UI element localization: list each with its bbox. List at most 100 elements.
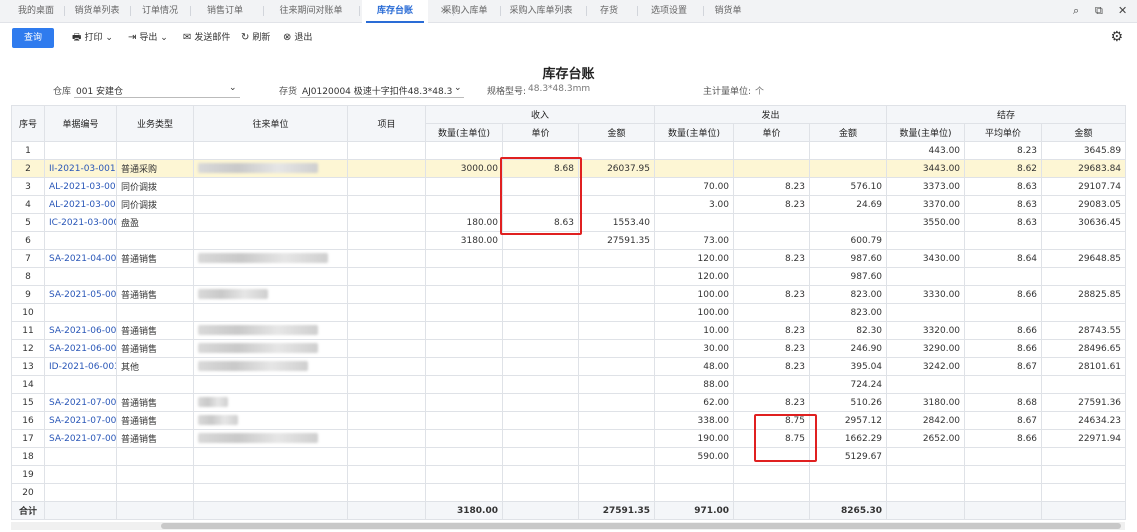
cell-in-qty (425, 177, 503, 196)
table-row[interactable]: 11SA-2021-06-0030普通销售 10.008.2382.303320.… (11, 321, 1127, 340)
search-icon[interactable]: ⌕ (1073, 4, 1079, 18)
chevron-down-icon[interactable]: ⌄ (229, 83, 237, 93)
refresh-icon: ↻ (241, 32, 250, 43)
cell-seq: 2 (11, 159, 45, 178)
table-row[interactable]: 5IC-2021-03-0002盘盈180.008.631553.403550.… (11, 213, 1127, 232)
cell-out-price (733, 159, 811, 178)
refresh-button[interactable]: ↻ 刷新 (241, 31, 270, 45)
restore-icon[interactable]: ⧉ (1095, 4, 1103, 18)
tab-desktop[interactable]: 我的桌面 (10, 0, 62, 22)
tab-purchase-receipt-list[interactable]: 采购入库单列表 (503, 0, 579, 22)
tab-divider (500, 6, 501, 16)
total-in-qty: 3180.00 (425, 501, 503, 520)
table-row[interactable]: 6 3180.00 27591.35 73.00 600.79 (11, 231, 1127, 250)
col-group-balance: 结存 (886, 105, 1127, 124)
cell-in-amt (577, 249, 656, 268)
chevron-down-icon[interactable]: ⌄ (454, 83, 462, 93)
table-row[interactable]: 7SA-2021-04-0064普通销售 120.008.23987.603430… (11, 249, 1127, 268)
cell-out-amt: 576.10 (809, 177, 888, 196)
cell-partner (193, 375, 348, 394)
cell-doc[interactable]: II-2021-03-0016 (44, 159, 117, 178)
tab-sales-slip[interactable]: 销货单 (706, 0, 750, 22)
cell-doc (44, 483, 117, 502)
cell-bal-amt: 3645.89 (1041, 141, 1127, 160)
cell-in-qty (425, 465, 503, 484)
tab-options[interactable]: 选项设置 (640, 0, 698, 22)
cell-out-price (733, 141, 811, 160)
table-row[interactable]: 18 590.00 5129.67 (11, 447, 1127, 466)
cell-type (116, 483, 194, 502)
cell-doc[interactable]: SA-2021-06-0082 (44, 339, 117, 358)
cell-doc[interactable]: SA-2021-07-0028 (44, 393, 117, 412)
table-row[interactable]: 16SA-2021-07-0028普通销售 338.008.752957.1228… (11, 411, 1127, 430)
gear-icon[interactable]: ⚙ (1110, 29, 1123, 45)
col-bal-avg-price: 平均单价 (964, 123, 1043, 142)
scrollbar-thumb[interactable] (161, 523, 1121, 529)
cell-partner (193, 429, 348, 448)
tab-inventory-ledger[interactable]: 库存台账 (362, 0, 428, 23)
horizontal-scrollbar[interactable] (11, 522, 1125, 530)
cell-seq: 7 (11, 249, 45, 268)
cell-in-amt (577, 411, 656, 430)
cell-seq: 6 (11, 231, 45, 250)
inventory-select[interactable]: AJ0120004 极速十字扣件48.3*48.3mm D (302, 84, 452, 97)
cell-partner (193, 213, 348, 232)
table-row[interactable]: 8 120.00 987.60 (11, 267, 1127, 286)
cell-doc[interactable]: SA-2021-07-0067 (44, 429, 117, 448)
cell-doc[interactable]: IC-2021-03-0002 (44, 213, 117, 232)
cell-partner (193, 465, 348, 484)
tab-stock[interactable]: 存货 (589, 0, 629, 22)
tab-reconciliation[interactable]: 往来期间对账单 (266, 0, 356, 22)
table-row[interactable]: 15SA-2021-07-0028普通销售 62.008.23510.263180… (11, 393, 1127, 412)
cell (44, 501, 117, 520)
table-row[interactable]: 20 (11, 483, 1127, 502)
cell-in-amt (577, 375, 656, 394)
exit-button[interactable]: ⊗ 退出 (283, 31, 312, 45)
tab-sales-list[interactable]: 销货单列表 (66, 0, 128, 22)
cell-in-price (502, 303, 579, 322)
cell-item (347, 303, 426, 322)
export-button[interactable]: ⇥ 导出 ⌄ (128, 31, 168, 45)
tab-order-status[interactable]: 订单情况 (132, 0, 188, 22)
table-row[interactable]: 17SA-2021-07-0067普通销售 190.008.751662.2926… (11, 429, 1127, 448)
cell-bal-qty: 2652.00 (886, 429, 966, 448)
cell-doc (44, 303, 117, 322)
print-button[interactable]: 🖶 打印 ⌄ (72, 31, 113, 45)
query-button[interactable]: 查询 (12, 28, 54, 48)
cell-in-price: 8.68 (502, 159, 579, 178)
table-row[interactable]: 19 (11, 465, 1127, 484)
table-row[interactable]: 1 443.00 8.23 3645.89 (11, 141, 1127, 160)
cell-doc[interactable]: SA-2021-05-0073 (44, 285, 117, 304)
table-row[interactable]: 14 88.00 724.24 (11, 375, 1127, 394)
table-row[interactable]: 12SA-2021-06-0082普通销售 30.008.23246.903290… (11, 339, 1127, 358)
send-mail-button[interactable]: ✉ 发送邮件 (183, 31, 230, 45)
table-row[interactable]: 3AL-2021-03-0003同价调拨 70.008.23576.103373.… (11, 177, 1127, 196)
cell-out-price: 8.75 (733, 429, 811, 448)
cell-in-qty (425, 375, 503, 394)
cell-out-price (733, 465, 811, 484)
cell-doc[interactable]: ID-2021-06-0033 (44, 357, 117, 376)
cell-partner (193, 285, 348, 304)
tab-purchase-receipt[interactable]: 采购入库单 (425, 0, 505, 22)
cell-out-qty: 70.00 (654, 177, 735, 196)
table-row[interactable]: 9SA-2021-05-0073普通销售 100.008.23823.003330… (11, 285, 1127, 304)
cell-bal-qty: 3180.00 (886, 393, 966, 412)
cell-doc[interactable]: AL-2021-03-0003 (44, 177, 117, 196)
warehouse-select[interactable]: 001 安建仓 (76, 84, 123, 97)
cell-doc[interactable]: AL-2021-03-0013 (44, 195, 117, 214)
cell-bal-amt: 28101.61 (1041, 357, 1127, 376)
tab-sales-order[interactable]: 销售订单 (192, 0, 258, 22)
table-row[interactable]: 2 II-2021-03-0016 普通采购 3000.00 8.68 26037.95 3… (11, 159, 1127, 178)
cell-doc[interactable]: SA-2021-04-0064 (44, 249, 117, 268)
cell-doc[interactable]: SA-2021-07-0028 (44, 411, 117, 430)
close-window-icon[interactable]: ✕ (1118, 4, 1127, 17)
redacted-partner (198, 253, 328, 264)
col-item: 项目 (347, 105, 426, 142)
cell-bal-qty (886, 267, 966, 286)
col-in-amount: 金额 (577, 123, 656, 142)
table-row[interactable]: 10 100.00 823.00 (11, 303, 1127, 322)
cell-doc[interactable]: SA-2021-06-0030 (44, 321, 117, 340)
cell-bal-amt: 29648.85 (1041, 249, 1127, 268)
table-row[interactable]: 13ID-2021-06-0033其他 48.008.23395.043242.0… (11, 357, 1127, 376)
table-row[interactable]: 4AL-2021-03-0013同价调拨 3.008.2324.693370.00… (11, 195, 1127, 214)
